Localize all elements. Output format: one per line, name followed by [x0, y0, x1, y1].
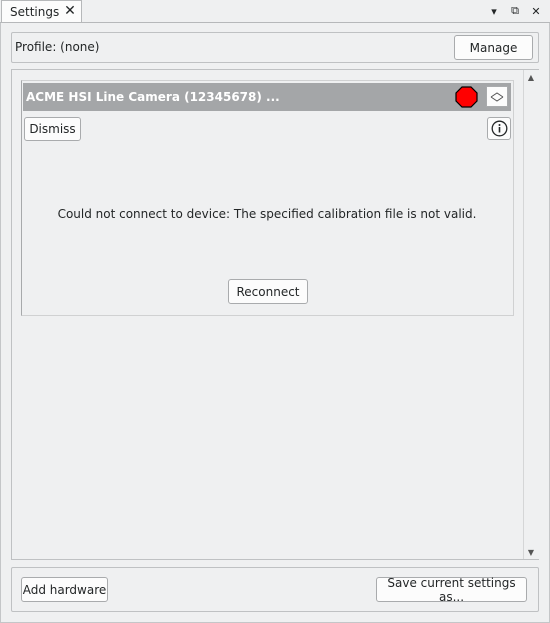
close-icon: ✕	[531, 4, 541, 18]
chevron-down-icon: ▾	[491, 4, 497, 18]
stop-error-icon	[455, 86, 478, 108]
tab-settings-label: Settings	[10, 4, 60, 19]
scroll-down-icon[interactable]: ▼	[526, 548, 536, 558]
vertical-scrollbar[interactable]	[523, 70, 539, 559]
dock-close-button[interactable]: ✕	[527, 2, 545, 20]
profile-label: Profile: (none)	[15, 40, 100, 54]
device-title: ACME HSI Line Camera (12345678) ...	[26, 90, 280, 104]
float-button[interactable]: ⧉	[506, 2, 524, 20]
expand-collapse-icon	[490, 91, 504, 102]
float-icon: ⧉	[511, 4, 519, 17]
info-button[interactable]	[487, 117, 511, 140]
scroll-up-icon[interactable]: ▲	[526, 73, 536, 83]
add-hardware-button[interactable]: Add hardware	[21, 577, 108, 602]
collapse-button[interactable]	[486, 86, 508, 107]
dock-title-bar	[0, 0, 550, 22]
close-icon[interactable]: ✕	[63, 4, 77, 18]
error-message: Could not connect to device: The specifi…	[57, 207, 477, 221]
save-settings-button[interactable]: Save current settings as...	[376, 576, 527, 604]
tab-settings[interactable]: Settings ✕	[1, 0, 82, 22]
manage-button[interactable]: Manage	[454, 35, 533, 60]
dock-menu-button[interactable]: ▾	[485, 2, 503, 20]
info-icon	[491, 120, 507, 137]
dismiss-button[interactable]: Dismiss	[24, 117, 81, 141]
reconnect-button[interactable]: Reconnect	[228, 279, 308, 304]
